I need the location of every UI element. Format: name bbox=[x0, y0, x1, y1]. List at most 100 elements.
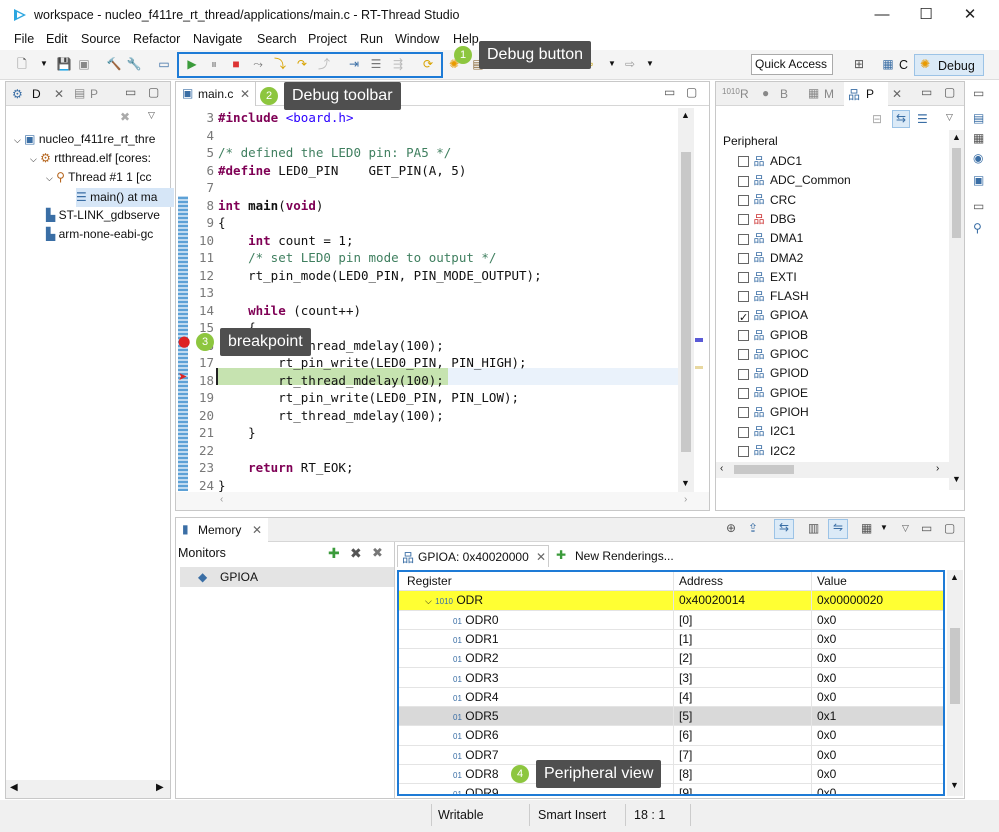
collapse-all-icon[interactable]: ⊟ bbox=[872, 112, 882, 126]
peripheral-item[interactable]: 品 GPIOE bbox=[738, 384, 808, 403]
chevron-down-icon[interactable]: ▼ bbox=[880, 523, 888, 532]
resume-icon[interactable]: ▶ bbox=[184, 56, 200, 72]
table-row[interactable]: 01 ODR4 [4] 0x0 bbox=[399, 688, 943, 708]
remove-monitor-icon[interactable]: ✖ bbox=[350, 545, 362, 562]
quick-access-field[interactable]: Quick Access bbox=[751, 54, 833, 75]
scroll-up-icon[interactable]: ▲ bbox=[950, 572, 959, 582]
value-cell[interactable]: 0x0 bbox=[817, 649, 836, 668]
checkbox[interactable] bbox=[738, 156, 749, 168]
value-cell[interactable]: 0x00000020 bbox=[817, 591, 883, 610]
scroll-down-icon[interactable]: ▼ bbox=[950, 780, 959, 790]
horizontal-scrollbar[interactable]: ‹ › bbox=[716, 462, 949, 478]
value-cell[interactable]: 0x0 bbox=[817, 630, 836, 649]
reset-icon[interactable]: ⟳ bbox=[420, 56, 436, 72]
save-icon[interactable]: 💾 bbox=[56, 56, 72, 72]
disconnect-icon[interactable]: ⤳ bbox=[250, 56, 266, 72]
value-cell[interactable]: 0x0 bbox=[817, 784, 836, 794]
scroll-down-icon[interactable]: ▼ bbox=[952, 474, 961, 484]
checkbox[interactable] bbox=[738, 175, 749, 187]
forward-icon[interactable]: ⇨ bbox=[622, 56, 638, 72]
scroll-thumb[interactable] bbox=[950, 628, 960, 704]
menu-refactor[interactable]: Refactor bbox=[133, 32, 180, 46]
value-cell[interactable]: 0x0 bbox=[817, 688, 836, 707]
value-cell[interactable]: 0x0 bbox=[817, 669, 836, 688]
chevron-down-icon[interactable]: ▼ bbox=[36, 56, 52, 72]
scroll-thumb[interactable] bbox=[681, 152, 691, 452]
peripheral-item[interactable]: 品 FLASH bbox=[738, 287, 809, 306]
run-to-line-icon[interactable]: ⇶ bbox=[390, 56, 406, 72]
scroll-up-icon[interactable]: ▲ bbox=[952, 132, 961, 142]
checkbox[interactable] bbox=[738, 445, 749, 457]
scroll-left-icon[interactable]: ‹ bbox=[720, 463, 723, 474]
menu-source[interactable]: Source bbox=[81, 32, 121, 46]
peripheral-item[interactable]: 品 ADC_Common bbox=[738, 171, 851, 190]
value-cell[interactable]: 0x0 bbox=[817, 726, 836, 745]
tab-modules[interactable]: M bbox=[824, 87, 834, 101]
value-cell[interactable]: 0x0 bbox=[817, 765, 836, 784]
step-over-icon[interactable]: ↷ bbox=[294, 56, 310, 72]
view-menu-icon[interactable]: ▽ bbox=[902, 523, 909, 534]
value-cell[interactable]: 0x0 bbox=[817, 611, 836, 630]
peripheral-item-gpioa[interactable]: ✓ 品 GPIOA bbox=[738, 306, 808, 325]
table-row[interactable]: 01 ODR0 [0] 0x0 bbox=[399, 611, 943, 630]
disassembly-icon[interactable]: ▣ bbox=[973, 173, 984, 187]
tab-rendering-gpioa[interactable]: 品 GPIOA: 0x40020000 ✕ bbox=[397, 545, 549, 567]
vertical-scrollbar[interactable]: ▲ ▼ bbox=[949, 130, 964, 490]
horizontal-scrollbar[interactable]: ◀ ▶ bbox=[6, 780, 170, 798]
table-row[interactable]: 01 ODR6 [6] 0x0 bbox=[399, 726, 943, 746]
column-address[interactable]: Address bbox=[679, 572, 723, 591]
tab-debug[interactable]: D bbox=[32, 87, 41, 101]
close-icon[interactable]: ✕ bbox=[240, 87, 250, 101]
filter-icon[interactable]: ⇆ bbox=[892, 110, 910, 128]
checkbox-checked[interactable]: ✓ bbox=[738, 310, 749, 324]
chevron-down-icon[interactable]: ▼ bbox=[642, 56, 658, 72]
tree-item[interactable]: ⌵ ⚙ rtthread.elf [cores: bbox=[30, 151, 151, 165]
restore-icon[interactable]: ▭ bbox=[973, 199, 984, 213]
add-monitor-icon[interactable]: ✚ bbox=[328, 545, 340, 562]
maximize-view-icon[interactable]: ▢ bbox=[686, 85, 697, 99]
toggle-monitors-icon[interactable]: ▥ bbox=[808, 521, 819, 535]
peripheral-item[interactable]: 品 EXTI bbox=[738, 268, 797, 287]
suspend-icon[interactable]: ⏸ bbox=[206, 56, 222, 72]
tree-item[interactable]: ⌵ ⚲ Thread #1 1 [cc bbox=[46, 170, 151, 184]
open-perspective-icon[interactable]: ⊞ bbox=[851, 56, 867, 72]
checkbox[interactable] bbox=[738, 272, 749, 284]
vertical-scrollbar[interactable]: ▲ ▼ bbox=[947, 570, 963, 796]
info-icon[interactable]: ◉ bbox=[973, 151, 983, 165]
chevron-down-icon[interactable]: ▼ bbox=[604, 56, 620, 72]
column-register[interactable]: Register bbox=[407, 572, 452, 591]
table-row[interactable]: 01 ODR7 [7] 0x0 bbox=[399, 746, 943, 765]
step-into-icon[interactable]: ⤵ bbox=[272, 56, 288, 72]
close-icon[interactable]: ✕ bbox=[252, 523, 262, 537]
export-icon[interactable]: ⇪ bbox=[748, 521, 758, 535]
format-icon[interactable]: ▦ bbox=[861, 521, 872, 535]
tree-item-selected[interactable]: ☰ main() at ma bbox=[76, 188, 174, 207]
vertical-scrollbar[interactable]: ▲ ▼ bbox=[678, 108, 694, 492]
tree-item[interactable]: ▙ ST-LINK_gdbserve bbox=[46, 208, 160, 222]
checkbox[interactable] bbox=[738, 252, 749, 264]
checkbox[interactable] bbox=[738, 407, 749, 419]
scroll-left-icon[interactable]: ◀ bbox=[10, 782, 18, 793]
value-cell[interactable]: 0x0 bbox=[817, 746, 836, 765]
checkbox[interactable] bbox=[738, 194, 749, 206]
view-menu-icon[interactable]: ▽ bbox=[148, 110, 155, 121]
menu-navigate[interactable]: Navigate bbox=[193, 32, 242, 46]
checkbox[interactable] bbox=[738, 387, 749, 399]
peripheral-item[interactable]: 品 I2C1 bbox=[738, 422, 795, 441]
menu-project[interactable]: Project bbox=[308, 32, 347, 46]
checkbox[interactable] bbox=[738, 426, 749, 438]
tab-memory[interactable]: ▮ Memory ✕ bbox=[176, 518, 268, 542]
new-renderings-tab[interactable]: New Renderings... bbox=[575, 549, 674, 563]
table-row-selected[interactable]: 01 ODR5 [5] 0x1 bbox=[399, 707, 943, 727]
value-cell[interactable]: 0x1 bbox=[817, 707, 836, 726]
maximize-view-icon[interactable]: ▢ bbox=[148, 85, 159, 99]
table-row[interactable]: 01 ODR3 [3] 0x0 bbox=[399, 669, 943, 688]
checkbox[interactable] bbox=[738, 214, 749, 226]
horizontal-scrollbar[interactable]: ‹ › bbox=[176, 492, 709, 510]
tab-peripheral[interactable]: 品 P bbox=[844, 82, 888, 106]
peripheral-item[interactable]: 品 ADC1 bbox=[738, 152, 802, 171]
minimize-view-icon[interactable]: ▭ bbox=[125, 85, 136, 99]
table-row[interactable]: 01 ODR8 [8] 0x0 bbox=[399, 765, 943, 785]
tree-item[interactable]: ▙ arm-none-eabi-gc bbox=[46, 227, 153, 241]
checkbox[interactable] bbox=[738, 368, 749, 380]
